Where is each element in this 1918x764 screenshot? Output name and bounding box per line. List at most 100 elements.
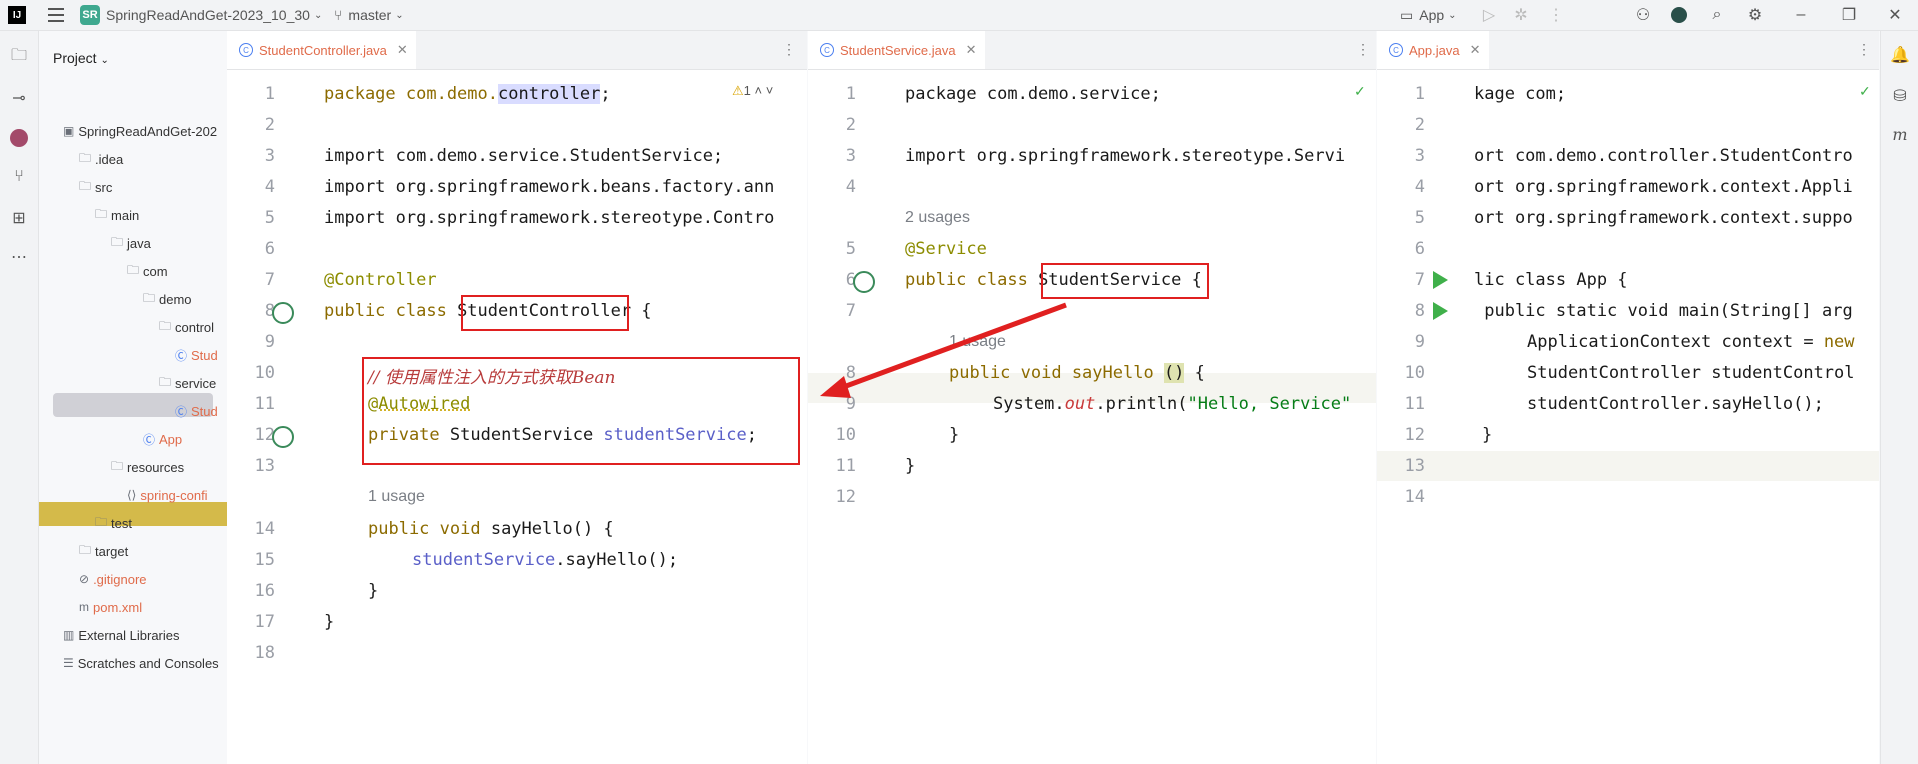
run-gutter-icon[interactable] xyxy=(1433,271,1448,289)
folder-icon: 🗀 xyxy=(111,234,124,249)
tree-item-label: control xyxy=(175,319,215,335)
run-icon[interactable]: ▷ xyxy=(1478,4,1500,26)
tree-item[interactable]: 🗀 .idea xyxy=(79,147,123,171)
spring-bean-gutter-icon[interactable] xyxy=(853,271,875,293)
debug-icon[interactable]: ✲ xyxy=(1510,4,1532,26)
library-icon: ▥ xyxy=(63,628,75,642)
warning-indicator[interactable]: ⚠1 ˄ ˅ xyxy=(732,83,773,99)
tab-options-icon[interactable]: ⋮ xyxy=(782,41,796,58)
package-icon: 🗀 xyxy=(159,374,172,389)
tree-item[interactable]: 🗀 control xyxy=(159,315,214,339)
tree-item[interactable]: 🗀 demo xyxy=(143,287,192,311)
more-tools-icon[interactable]: ⋯ xyxy=(9,247,29,267)
left-tool-strip: 🗀 ⊸ ⑂ ⊞ ⋯ xyxy=(0,31,39,764)
add-user-icon[interactable]: ⚇ xyxy=(1632,4,1654,26)
code-line-10: } xyxy=(949,425,960,445)
title-bar: IJ SR SpringReadAndGet-2023_10_30 ⌄ ⑂ ma… xyxy=(0,0,1918,31)
project-panel-header[interactable]: Project ⌄ xyxy=(53,50,109,66)
tree-item[interactable]: ⟨⟩ spring-confi xyxy=(127,483,208,507)
tree-item[interactable]: 🗀 main xyxy=(95,203,139,227)
highlight-box-class-name xyxy=(461,295,629,331)
folder-icon: 🗀 xyxy=(79,178,92,193)
plugin-icon[interactable] xyxy=(9,128,29,148)
tree-item-label: resources xyxy=(127,459,185,475)
usage-hint[interactable]: 1 usage xyxy=(949,333,1006,351)
code-line-5: import org.springframework.stereotype.Co… xyxy=(324,208,775,228)
structure-icon[interactable]: ⊞ xyxy=(9,208,29,228)
notifications-bell-icon[interactable]: 🔔 xyxy=(1890,45,1910,65)
ignore-icon: ⊘ xyxy=(79,572,90,586)
tree-item[interactable]: ▣ SpringReadAndGet-202 xyxy=(63,119,217,143)
editor-student-service[interactable]: C StudentService.java ✕ ⋮ ✓ 1 2 3 4 5 6 7 8 9 10 1… xyxy=(808,31,1376,764)
line-number: 7 xyxy=(845,301,856,321)
editor-student-controller[interactable]: C StudentController.java ✕ ⋮ ⚠1 ˄ ˅ 1234… xyxy=(227,31,807,764)
line-number: 3 xyxy=(845,146,856,166)
tree-item[interactable]: 🗀 test xyxy=(95,511,132,535)
code-line-1: package com.demo.controller; xyxy=(324,84,611,104)
tree-item[interactable]: 🗀 target xyxy=(79,539,128,563)
tab-student-service[interactable]: C StudentService.java ✕ xyxy=(808,31,985,69)
run-config-selector[interactable]: ▭ App ⌄ xyxy=(1400,0,1457,30)
line-number: 7 xyxy=(1414,270,1425,290)
tree-item[interactable]: ☰ Scratches and Consoles xyxy=(63,651,219,675)
more-actions-icon[interactable]: ⋮ xyxy=(1545,4,1567,26)
tree-item-label: External Libraries xyxy=(78,627,180,643)
spring-bean-gutter-icon[interactable] xyxy=(272,302,294,324)
ai-assistant-icon[interactable] xyxy=(1668,4,1690,26)
tab-app[interactable]: C App.java ✕ xyxy=(1377,31,1489,69)
tree-item[interactable]: ⊘ .gitignore xyxy=(79,567,147,591)
line-number: 10 xyxy=(1404,363,1425,383)
database-icon[interactable]: ⛁ xyxy=(1890,86,1910,106)
folder-icon: 🗀 xyxy=(95,514,108,529)
branch-selector[interactable]: ⑂ master ⌄ xyxy=(334,0,404,30)
tree-item[interactable]: Ⓒ App xyxy=(143,427,182,451)
class-icon: Ⓒ xyxy=(175,348,188,363)
tree-item[interactable]: 🗀 com xyxy=(127,259,168,283)
code-line-14: public void sayHello() { xyxy=(368,519,614,539)
minimize-icon[interactable]: – xyxy=(1790,4,1812,26)
close-icon[interactable]: ✕ xyxy=(1884,4,1906,26)
tree-item[interactable]: Ⓒ Stud xyxy=(175,399,218,423)
tree-item[interactable]: 🗀 java xyxy=(111,231,151,255)
line-number: 5 xyxy=(845,239,856,259)
code-line-5: ort org.springframework.context.suppo xyxy=(1474,208,1853,228)
tree-item[interactable]: Ⓒ Stud xyxy=(175,343,218,367)
project-selector[interactable]: SR SpringReadAndGet-2023_10_30 ⌄ xyxy=(80,0,322,30)
class-icon: Ⓒ xyxy=(143,432,156,447)
line-number: 1 xyxy=(845,84,856,104)
usages-hint[interactable]: 2 usages xyxy=(905,209,970,227)
tree-item[interactable]: ▥ External Libraries xyxy=(63,623,180,647)
run-gutter-icon[interactable] xyxy=(1433,302,1448,320)
close-tab-icon[interactable]: ✕ xyxy=(397,42,408,58)
tab-options-icon[interactable]: ⋮ xyxy=(1857,41,1871,58)
tree-item-label: src xyxy=(95,179,113,195)
close-tab-icon[interactable]: ✕ xyxy=(966,42,977,58)
tree-item[interactable]: 🗀 resources xyxy=(111,455,184,479)
spring-bean-gutter-icon[interactable] xyxy=(272,426,294,448)
search-icon[interactable]: ⌕ xyxy=(1706,4,1728,26)
maximize-icon[interactable]: ❐ xyxy=(1838,4,1860,26)
usage-hint[interactable]: 1 usage xyxy=(368,488,425,506)
project-folder-icon[interactable]: 🗀 xyxy=(9,47,29,67)
maven-icon[interactable]: m xyxy=(1890,124,1910,144)
close-tab-icon[interactable]: ✕ xyxy=(1470,42,1481,58)
settings-gear-icon[interactable]: ⚙ xyxy=(1744,4,1766,26)
pull-requests-icon[interactable]: ⑂ xyxy=(9,167,29,187)
package-icon: 🗀 xyxy=(143,290,156,305)
current-line-highlight xyxy=(1377,451,1879,481)
commit-icon[interactable]: ⊸ xyxy=(9,88,29,108)
code-line-7: lic class App { xyxy=(1474,270,1628,290)
line-number: 14 xyxy=(254,519,275,539)
run-config-name: App xyxy=(1419,7,1445,23)
code-line-3-text: import com.demo.service.StudentService; xyxy=(324,146,724,166)
tab-options-icon[interactable]: ⋮ xyxy=(1356,41,1370,58)
tree-item[interactable]: m pom.xml xyxy=(79,595,142,619)
tree-item[interactable]: 🗀 src xyxy=(79,175,112,199)
editor-app[interactable]: C App.java ✕ ⋮ ✓ 1 2 3 4 5 6 7 8 9 10 11 12 13 14 kag… xyxy=(1377,31,1879,764)
tree-item[interactable]: 🗀 service xyxy=(159,371,216,395)
intellij-logo-icon[interactable]: IJ xyxy=(8,6,26,24)
main-menu-icon[interactable] xyxy=(48,8,64,22)
folder-icon: 🗀 xyxy=(95,206,108,221)
project-badge: SR xyxy=(80,5,100,25)
tab-student-controller[interactable]: C StudentController.java ✕ xyxy=(227,31,416,69)
